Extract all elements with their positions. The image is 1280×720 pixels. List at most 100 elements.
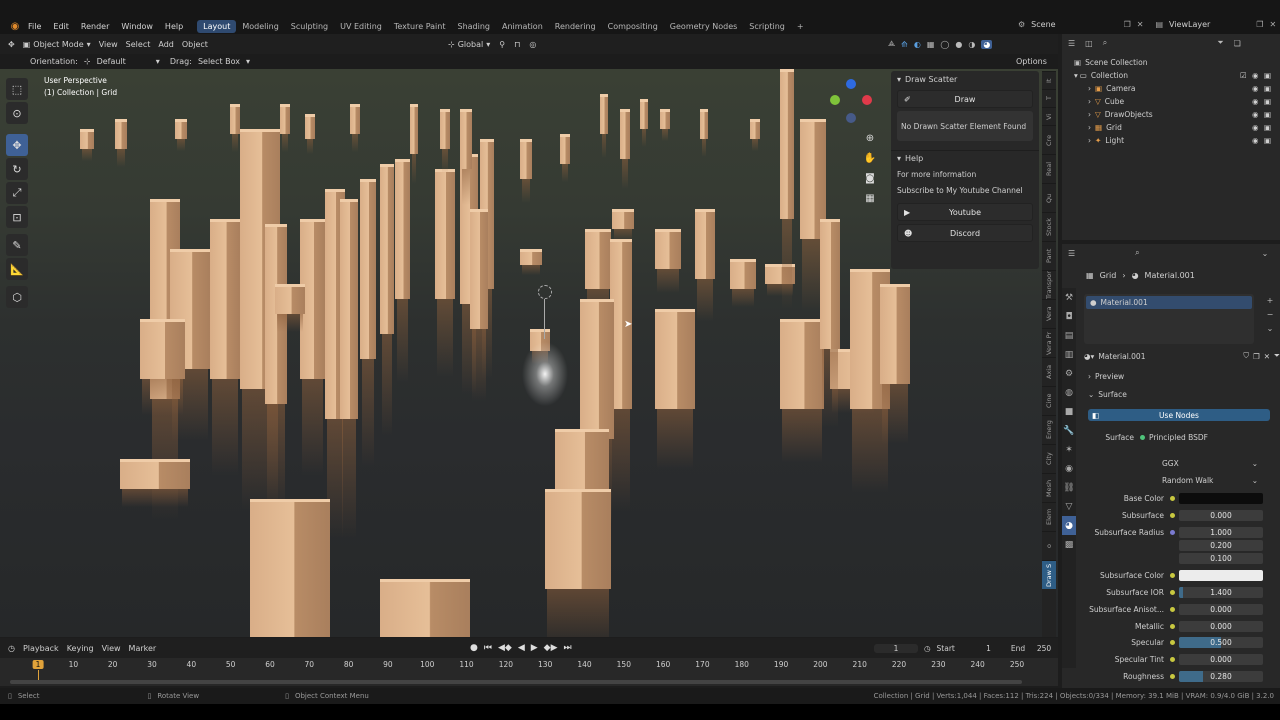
- search-icon[interactable]: ⌕: [1103, 38, 1107, 48]
- gizmo-icon[interactable]: ⟰: [901, 40, 908, 49]
- menu-help[interactable]: Help: [159, 22, 189, 31]
- tab-modeling[interactable]: Modeling: [236, 20, 284, 33]
- pillar-object[interactable]: [640, 99, 648, 129]
- surface-shader-value[interactable]: Principled BSDF: [1149, 433, 1208, 442]
- shield-icon[interactable]: ⛉: [1243, 351, 1249, 361]
- keying-menu[interactable]: Keying: [67, 644, 94, 653]
- pillar-object[interactable]: [275, 284, 305, 314]
- display-mode-icon[interactable]: ◫: [1085, 39, 1093, 48]
- sidebar-tab[interactable]: Cine: [1042, 386, 1056, 415]
- light-object-icon[interactable]: [538, 285, 552, 299]
- timeline[interactable]: 1 10 20 30 40 50 60 70 80 90 100 110 120 130 140 150 160…: [0, 658, 1058, 686]
- filter-icon[interactable]: ⏷: [1274, 351, 1280, 361]
- tab-compositing[interactable]: Compositing: [602, 20, 664, 33]
- scene-tab-icon[interactable]: ⚙: [1062, 364, 1076, 383]
- material-slot[interactable]: ● Material.001: [1086, 296, 1252, 309]
- pillar-object[interactable]: [435, 169, 455, 299]
- pillar-object[interactable]: [700, 109, 708, 139]
- sidebar-tab[interactable]: o: [1042, 531, 1056, 560]
- tab-rendering[interactable]: Rendering: [549, 20, 602, 33]
- camera-view-icon[interactable]: ◙: [862, 169, 878, 189]
- material-shading-icon[interactable]: ◑: [968, 40, 975, 49]
- copy-icon[interactable]: ❐: [1253, 352, 1260, 361]
- view-layer-icon[interactable]: ▤: [1155, 20, 1163, 29]
- tool-tab-icon[interactable]: ⚒: [1062, 288, 1076, 307]
- chevron-right-icon[interactable]: ›: [1088, 123, 1091, 132]
- pivot-icon[interactable]: ⚲: [499, 40, 505, 49]
- close-icon[interactable]: ✕: [1264, 352, 1270, 361]
- tab-shading[interactable]: Shading: [451, 20, 496, 33]
- sidebar-tab[interactable]: Mesh: [1042, 473, 1056, 502]
- help-header[interactable]: ▾ Help: [891, 150, 1039, 166]
- field-value[interactable]: 0.000: [1179, 654, 1263, 665]
- clock-icon[interactable]: ◷: [924, 644, 931, 653]
- eye-icon[interactable]: ◉: [1252, 84, 1259, 93]
- gizmo-y-axis-icon[interactable]: [830, 95, 840, 105]
- chevron-down-icon[interactable]: ▾: [156, 57, 160, 66]
- youtube-button[interactable]: ▶ Youtube: [897, 203, 1033, 221]
- pillar-object[interactable]: [580, 299, 614, 439]
- camera-icon[interactable]: ▣: [1264, 71, 1271, 80]
- sidebar-tab[interactable]: Energ: [1042, 415, 1056, 444]
- pillar-object[interactable]: [250, 499, 330, 637]
- particles-tab-icon[interactable]: ✶: [1062, 440, 1076, 459]
- menu-object[interactable]: Object: [182, 40, 208, 49]
- sidebar-tab[interactable]: Transpor: [1042, 270, 1056, 299]
- sidebar-tab[interactable]: It: [1042, 71, 1056, 89]
- sidebar-tab[interactable]: Cre: [1042, 125, 1056, 154]
- pillar-object[interactable]: [340, 199, 358, 419]
- tab-texture-paint[interactable]: Texture Paint: [388, 20, 452, 33]
- material-tab-icon[interactable]: ◕: [1062, 516, 1076, 535]
- close-icon[interactable]: ✕: [1137, 20, 1144, 29]
- add-workspace-button[interactable]: +: [791, 20, 810, 33]
- pillar-object[interactable]: [612, 209, 634, 229]
- search-icon[interactable]: ⌕: [1135, 248, 1139, 258]
- pillar-object[interactable]: [600, 94, 608, 134]
- surface-panel-header[interactable]: ⌄ Surface: [1088, 390, 1127, 399]
- sidebar-tab[interactable]: Draw S: [1042, 560, 1056, 589]
- rotate-tool-icon[interactable]: ↻: [6, 158, 28, 180]
- copy-icon[interactable]: ❐: [1124, 20, 1131, 29]
- material-icon[interactable]: ◕▾: [1084, 352, 1094, 361]
- pillar-object[interactable]: [520, 139, 532, 179]
- scale-tool-icon[interactable]: ⤢: [6, 182, 28, 204]
- chevron-down-icon[interactable]: ⌄: [1264, 322, 1276, 336]
- rendered-shading-icon[interactable]: ◕: [981, 39, 993, 49]
- field-value[interactable]: 0.000: [1179, 510, 1263, 521]
- subsurface-method-select[interactable]: Random Walk ⌄: [1162, 474, 1258, 486]
- prev-keyframe-icon[interactable]: ◀◆: [498, 643, 512, 653]
- grid-toggle-icon[interactable]: ▦: [862, 189, 878, 209]
- chevron-down-icon[interactable]: ▾: [246, 57, 250, 66]
- current-frame-field[interactable]: 1: [874, 643, 918, 653]
- pillar-object[interactable]: [560, 134, 570, 164]
- material-slot-list[interactable]: ● Material.001: [1084, 294, 1254, 344]
- menu-render[interactable]: Render: [75, 22, 115, 31]
- distribution-select[interactable]: GGX ⌄: [1162, 457, 1258, 469]
- constraints-tab-icon[interactable]: ⛓: [1062, 478, 1076, 497]
- physics-tab-icon[interactable]: ◉: [1062, 459, 1076, 478]
- pillar-object[interactable]: [360, 179, 376, 359]
- sidebar-tab[interactable]: Vi: [1042, 107, 1056, 125]
- object-tab-icon[interactable]: ■: [1062, 402, 1076, 421]
- chevron-down-icon[interactable]: ▾: [1074, 71, 1078, 80]
- pillar-object[interactable]: [585, 229, 611, 289]
- eye-icon[interactable]: ◉: [1252, 136, 1259, 145]
- menu-select[interactable]: Select: [126, 40, 151, 49]
- menu-file[interactable]: File: [22, 22, 47, 31]
- eye-icon[interactable]: ◉: [1252, 123, 1259, 132]
- camera-icon[interactable]: ▣: [1264, 123, 1271, 132]
- outliner-scene-collection[interactable]: ▣ Scene Collection: [1062, 56, 1280, 69]
- mode-select[interactable]: ▣ Object Mode ▾: [23, 40, 91, 49]
- move-tool-icon[interactable]: ✥: [6, 134, 28, 156]
- sidebar-tab[interactable]: Elem: [1042, 502, 1056, 531]
- chevron-right-icon[interactable]: ›: [1088, 110, 1091, 119]
- editor-type-icon[interactable]: ☰: [1068, 249, 1075, 258]
- pillar-object[interactable]: [410, 104, 418, 154]
- field-value[interactable]: 0.100: [1179, 553, 1263, 564]
- outliner-item[interactable]: › ▽ DrawObjects ◉ ▣: [1062, 108, 1280, 121]
- pillar-object[interactable]: [395, 159, 410, 299]
- pillar-object[interactable]: [380, 164, 394, 334]
- filter-icon[interactable]: ⏷: [1217, 38, 1223, 48]
- tab-scripting[interactable]: Scripting: [743, 20, 791, 33]
- texture-tab-icon[interactable]: ▩: [1062, 535, 1076, 554]
